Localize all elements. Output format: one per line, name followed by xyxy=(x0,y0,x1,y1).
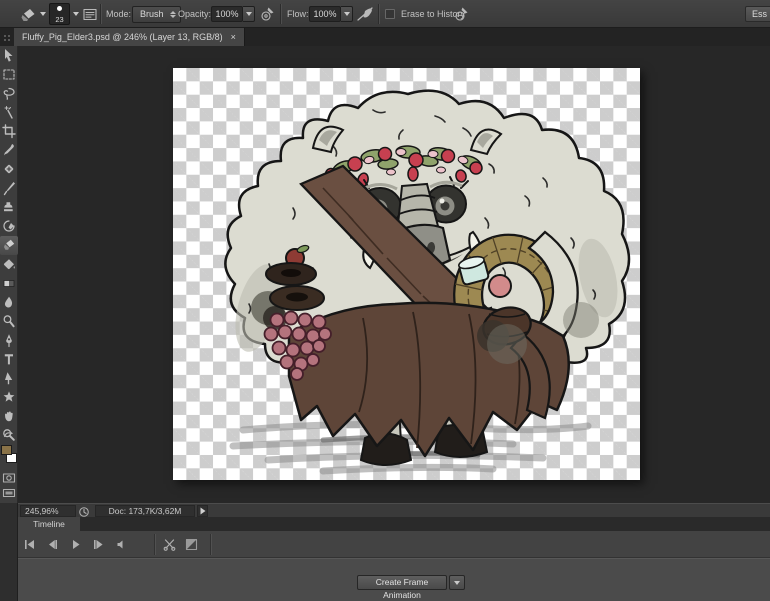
mode-value: Brush xyxy=(140,9,164,19)
airbrush-icon[interactable] xyxy=(356,0,374,28)
tools-panel xyxy=(0,46,18,503)
document-tab-bar: Fluffy_Pig_Elder3.psd @ 246% (Layer 13, … xyxy=(0,28,770,46)
custom-shape-tool[interactable] xyxy=(0,388,18,407)
move-tool[interactable] xyxy=(0,46,18,65)
timeline-tab[interactable]: Timeline xyxy=(18,517,80,531)
lasso-tool[interactable] xyxy=(0,84,18,103)
tablet-pressure-opacity-icon[interactable] xyxy=(259,0,275,28)
separator xyxy=(100,4,101,24)
healing-brush-tool[interactable] xyxy=(0,160,18,179)
workspace-button[interactable]: Ess xyxy=(745,0,770,28)
type-tool[interactable] xyxy=(0,350,18,369)
document-tab[interactable]: Fluffy_Pig_Elder3.psd @ 246% (Layer 13, … xyxy=(14,28,245,46)
previous-frame-button[interactable] xyxy=(45,537,60,552)
timeline-tab-row: Timeline xyxy=(18,517,770,531)
flow-dropdown-icon[interactable] xyxy=(341,6,353,22)
separator xyxy=(210,534,211,555)
brush-pressure-flow-icon[interactable] xyxy=(453,0,469,28)
hand-tool[interactable] xyxy=(0,407,18,426)
opacity-field[interactable]: 100% xyxy=(211,0,255,28)
document-tab-title: Fluffy_Pig_Elder3.psd @ 246% (Layer 13, … xyxy=(22,32,223,42)
transition-button[interactable] xyxy=(184,537,199,552)
updown-arrows-icon xyxy=(170,11,176,18)
path-selection-tool[interactable] xyxy=(0,369,18,388)
screen-mode-icon[interactable] xyxy=(0,487,18,499)
next-frame-button[interactable] xyxy=(91,537,106,552)
zoom-level-field[interactable]: 245,96% xyxy=(20,505,76,517)
history-brush-tool[interactable] xyxy=(0,217,18,236)
paint-bucket-tool[interactable] xyxy=(0,255,18,274)
tool-preset-arrow-icon[interactable] xyxy=(40,0,46,28)
color-swatches xyxy=(1,445,17,467)
opacity-label: Opacity: xyxy=(178,0,211,28)
swap-colors-icon[interactable] xyxy=(0,430,18,440)
foreground-color-swatch[interactable] xyxy=(1,445,12,455)
play-button[interactable] xyxy=(68,537,83,552)
canvas[interactable] xyxy=(173,68,640,480)
eyedropper-tool[interactable] xyxy=(0,141,18,160)
brush-preset-arrow-icon[interactable] xyxy=(73,0,79,28)
quick-mask-icon[interactable] xyxy=(0,472,18,484)
dodge-tool[interactable] xyxy=(0,312,18,331)
clone-stamp-tool[interactable] xyxy=(0,198,18,217)
doc-size-field[interactable]: Doc: 173,7K/3,62M xyxy=(95,505,195,517)
photoshop-window: 23 Mode: Brush Opacity: 100% Flow: 100% … xyxy=(0,0,770,601)
close-tab-icon[interactable]: × xyxy=(231,32,236,42)
create-frame-animation-dropdown-icon[interactable] xyxy=(449,575,465,590)
separator xyxy=(378,4,379,24)
create-frame-animation-button[interactable]: Create Frame Animation xyxy=(357,575,447,590)
brush-size-value: 23 xyxy=(55,16,63,23)
eraser-tool-icon[interactable] xyxy=(19,0,37,28)
separator xyxy=(280,4,281,24)
crop-tool[interactable] xyxy=(0,122,18,141)
status-bar: 245,96% Doc: 173,7K/3,62M xyxy=(18,503,770,517)
timeline-content: Create Frame Animation xyxy=(18,558,770,601)
toggle-brush-panel-icon[interactable] xyxy=(82,0,98,28)
mode-dropdown[interactable]: Brush xyxy=(132,0,181,28)
status-flyout-arrow-icon[interactable] xyxy=(197,505,208,517)
flow-label: Flow: xyxy=(287,0,309,28)
opacity-dropdown-icon[interactable] xyxy=(243,6,255,22)
erase-to-history-checkbox[interactable] xyxy=(385,0,395,28)
pasteboard[interactable] xyxy=(18,46,770,503)
magic-wand-tool[interactable] xyxy=(0,103,18,122)
marquee-tool[interactable] xyxy=(0,65,18,84)
options-bar: 23 Mode: Brush Opacity: 100% Flow: 100% … xyxy=(0,0,770,28)
separator xyxy=(154,534,155,555)
pen-tool[interactable] xyxy=(0,331,18,350)
mute-audio-button[interactable] xyxy=(114,537,129,552)
gradient-tool[interactable] xyxy=(0,274,18,293)
split-clip-button[interactable] xyxy=(162,537,177,552)
tab-grip-dots-icon xyxy=(3,34,12,41)
timeline-toolbar xyxy=(18,531,770,558)
brush-preset-picker[interactable]: 23 xyxy=(49,0,70,28)
mode-label: Mode: xyxy=(106,0,131,28)
first-frame-button[interactable] xyxy=(22,537,37,552)
canvas-artwork xyxy=(173,68,640,480)
left-edge-strip xyxy=(0,503,18,601)
transport-controls xyxy=(22,537,129,552)
brush-tool[interactable] xyxy=(0,179,18,198)
eraser-tool[interactable] xyxy=(0,236,18,255)
blur-tool[interactable] xyxy=(0,293,18,312)
brush-tip-dot xyxy=(57,6,62,11)
flow-field[interactable]: 100% xyxy=(309,0,353,28)
